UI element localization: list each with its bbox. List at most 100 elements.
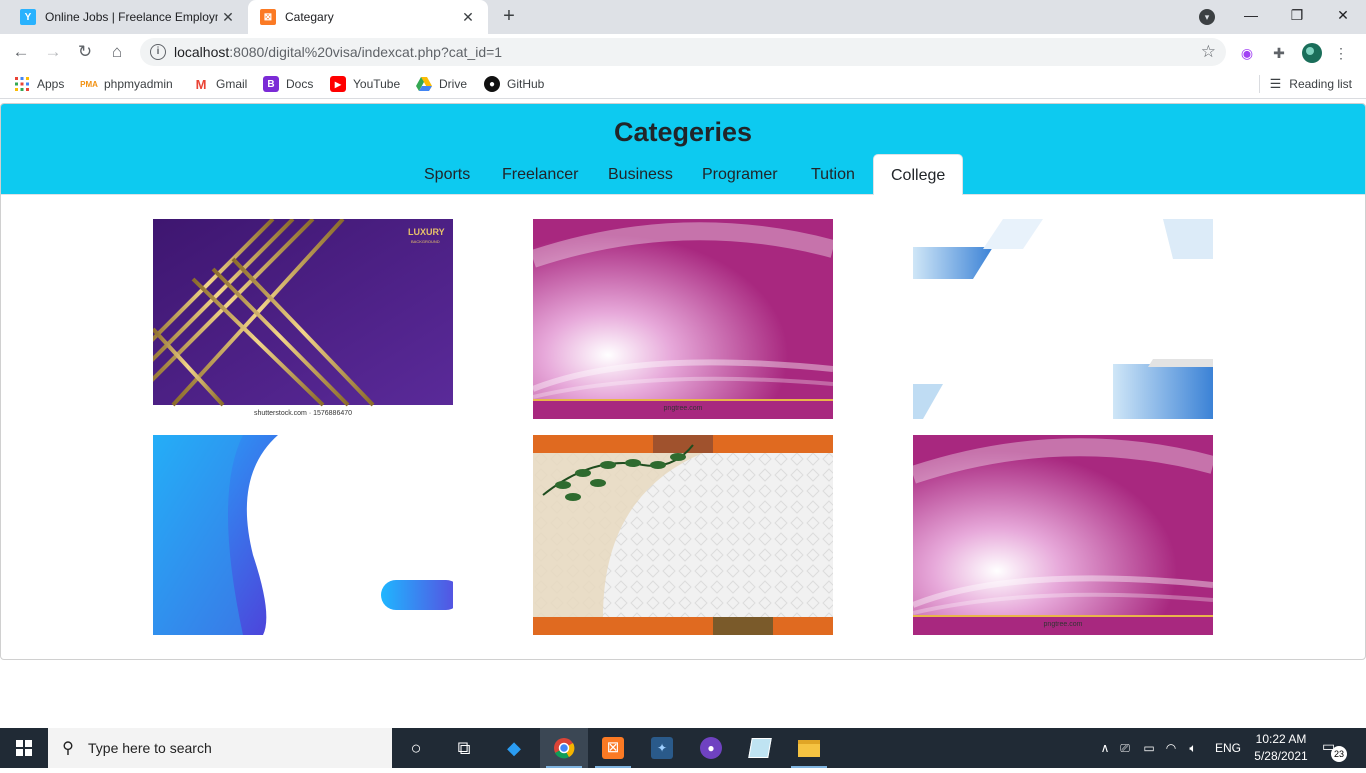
browser-tab-freelancer[interactable]: Y Online Jobs | Freelance Employm ✕ [8, 0, 248, 34]
bookmark-drive[interactable]: Drive [416, 75, 467, 93]
youtube-icon: ▶ [330, 76, 346, 92]
cortana-icon[interactable]: ○ [392, 728, 440, 768]
xampp-taskbar-icon[interactable]: ⊠ [589, 728, 637, 768]
notification-count: 23 [1331, 746, 1347, 762]
address-bar[interactable]: i localhost:8080/digital%20visa/indexcat… [140, 38, 1226, 66]
github-desktop-icon[interactable]: ● [687, 728, 735, 768]
chrome-taskbar-icon[interactable] [540, 728, 588, 768]
search-icon: ⚲ [62, 740, 74, 757]
luxury-subcaption: BACKGROUND [411, 239, 440, 244]
restore-icon[interactable]: ❐ [1274, 0, 1320, 34]
bookmark-apps[interactable]: Apps [14, 75, 64, 93]
url-path: :8080/digital%20visa/indexcat.php?cat_id… [229, 44, 503, 60]
close-tab-icon[interactable]: ✕ [458, 9, 478, 26]
bookmark-docs[interactable]: B Docs [263, 75, 313, 93]
system-tray: ∧ ⎚ ▭ ◠ 🔈︎ ENG [1097, 728, 1241, 768]
bookmark-youtube[interactable]: ▶ YouTube [330, 75, 400, 93]
luxury-caption: LUXURY [408, 227, 445, 237]
reading-list-button[interactable]: ☰ Reading list [1258, 75, 1352, 93]
back-icon[interactable]: ← [9, 40, 33, 64]
task-view-icon[interactable]: ⧉ [440, 728, 488, 768]
tab-sports[interactable]: Sports [407, 154, 487, 195]
reading-list-label: Reading list [1289, 77, 1352, 91]
bookmark-label: YouTube [353, 77, 401, 91]
minimize-icon[interactable]: — [1228, 0, 1274, 34]
bookmarks-separator [1258, 75, 1260, 93]
xampp-favicon-icon: ⊠ [260, 9, 276, 25]
bookmark-phpmyadmin[interactable]: PMA phpmyadmin [80, 75, 173, 93]
bookmark-label: Docs [286, 77, 314, 91]
shutterstock-watermark: shutterstock.com · 1576886470 [254, 410, 352, 417]
bookmarks-bar: Apps PMA phpmyadmin M Gmail B Docs ▶ You… [0, 70, 1366, 98]
tab-tution[interactable]: Tution [794, 154, 872, 195]
blue-wave-background[interactable] [153, 435, 453, 635]
taskbar-clock[interactable]: 10:22 AM 5/28/2021 [1252, 731, 1310, 765]
tab-programer[interactable]: Programer [685, 154, 795, 195]
tab-title: Online Jobs | Freelance Employm [45, 10, 218, 24]
tab-freelancer[interactable]: Freelancer [485, 154, 595, 195]
mysql-workbench-icon[interactable]: ✦ [638, 728, 686, 768]
browser-tab-strip: Y Online Jobs | Freelance Employm ✕ ⊠ Ca… [0, 0, 1366, 34]
volume-icon[interactable]: 🔈︎ [1181, 741, 1205, 756]
url-text[interactable]: localhost:8080/digital%20visa/indexcat.p… [174, 44, 502, 60]
bookmark-star-icon[interactable]: ☆ [1201, 42, 1216, 62]
new-tab-button[interactable]: + [498, 6, 520, 28]
file-explorer-icon[interactable] [785, 728, 833, 768]
docs-icon: B [263, 76, 279, 92]
tab-business[interactable]: Business [591, 154, 690, 195]
tab-college[interactable]: College [873, 154, 964, 195]
floral-vine-pattern-background[interactable] [533, 435, 833, 635]
bookmark-github[interactable]: ● GitHub [484, 75, 544, 93]
extensions-puzzle-icon[interactable]: ✚ [1269, 43, 1289, 63]
vscode-icon[interactable]: ◆ [490, 728, 538, 768]
cast-extension-icon[interactable]: ◉ [1237, 43, 1257, 63]
chrome-menu-icon[interactable]: ⋮ [1331, 43, 1351, 63]
drive-icon [416, 76, 432, 92]
bookmark-label: Gmail [216, 77, 248, 91]
tab-search-icon[interactable]: ▾ [1199, 9, 1215, 25]
home-icon[interactable]: ⌂ [105, 40, 129, 64]
bookmark-label: GitHub [507, 77, 545, 91]
category-header: Categeries Sports Freelancer Business Pr… [1, 104, 1365, 195]
reload-icon[interactable]: ↻ [73, 40, 97, 64]
notification-center-icon[interactable]: ▭ 23 [1322, 738, 1347, 762]
magenta-glow-background-2[interactable]: pngtree.com [913, 435, 1213, 635]
reading-list-icon: ☰ [1269, 76, 1282, 91]
show-hidden-icons[interactable]: ∧ [1097, 741, 1113, 755]
bookmark-label: Apps [37, 77, 65, 91]
notepad-icon[interactable] [736, 728, 784, 768]
page-card: Categeries Sports Freelancer Business Pr… [0, 103, 1366, 660]
phpmyadmin-icon: PMA [80, 79, 98, 89]
bookmark-label: Drive [439, 77, 468, 91]
battery-icon[interactable]: ▭ [1137, 741, 1161, 755]
pngtree-watermark: pngtree.com [1044, 621, 1083, 628]
taskbar-search-box[interactable]: ⚲ Type here to search [48, 728, 392, 768]
browser-tab-categary[interactable]: ⊠ Categary ✕ [248, 0, 488, 34]
bookmark-gmail[interactable]: M Gmail [193, 75, 248, 93]
language-indicator[interactable]: ENG [1215, 741, 1241, 755]
close-window-icon[interactable]: ✕ [1320, 0, 1366, 34]
luxury-purple-background[interactable]: LUXURY BACKGROUND shutterstock.com · 157… [153, 219, 453, 419]
windows-taskbar: ⚲ Type here to search ○ ⧉ ◆ ⊠ ✦ ● ∧ ⎚ ▭ … [0, 728, 1366, 768]
category-tabs: Sports Freelancer Business Programer Tut… [1, 154, 1365, 195]
apps-grid-icon [14, 76, 30, 92]
site-info-icon[interactable]: i [150, 44, 166, 60]
chrome-divider [0, 98, 1366, 99]
close-tab-icon[interactable]: ✕ [218, 9, 238, 26]
github-icon: ● [484, 76, 500, 92]
tab-title: Categary [285, 10, 334, 24]
bookmark-label: phpmyadmin [104, 77, 173, 91]
pngtree-watermark: pngtree.com [664, 405, 703, 412]
wifi-icon[interactable]: ◠ [1161, 741, 1181, 755]
page-title: Categeries [613, 117, 753, 147]
search-placeholder: Type here to search [88, 740, 212, 756]
blue-white-geometric-background[interactable] [913, 219, 1213, 419]
meet-now-icon[interactable]: ⎚ [1113, 741, 1137, 756]
profile-avatar-icon[interactable] [1302, 43, 1322, 63]
windows-start-icon[interactable] [0, 728, 48, 768]
clock-date: 5/28/2021 [1254, 749, 1308, 763]
magenta-glow-background[interactable]: pngtree.com [533, 219, 833, 419]
browser-toolbar: ← → ↻ ⌂ i localhost:8080/digital%20visa/… [0, 34, 1366, 70]
clock-time: 10:22 AM [1255, 732, 1307, 746]
forward-icon[interactable]: → [41, 40, 65, 64]
